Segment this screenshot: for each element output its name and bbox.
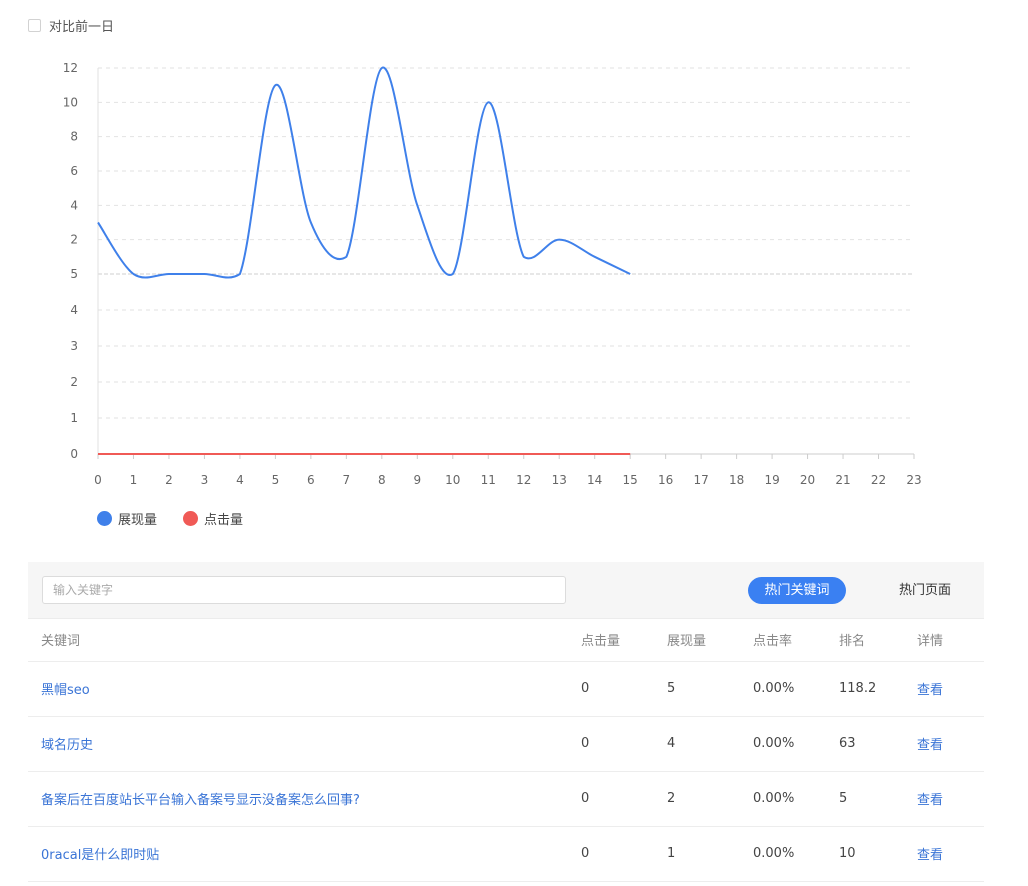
y-tick-label: 4 [70, 303, 78, 317]
ctr-cell: 0.00% [753, 716, 839, 772]
panel-toolbar: 热门关键词 热门页面 [28, 562, 984, 619]
x-tick-label: 11 [481, 473, 496, 487]
keyword-link[interactable]: 0racal是什么即时贴 [41, 848, 159, 863]
ctr-cell: 0.00% [753, 771, 839, 827]
keyword-search-input[interactable] [42, 576, 566, 604]
table-header-row: 关键词 点击量 展现量 点击率 排名 详情 [28, 619, 984, 662]
compare-label: 对比前一日 [49, 20, 115, 35]
y-tick-label: 3 [70, 339, 78, 353]
x-tick-label: 20 [800, 473, 815, 487]
x-tick-label: 17 [693, 473, 708, 487]
y-tick-label: 4 [70, 198, 78, 212]
impressions-cell: 1 [667, 826, 753, 882]
y-tick-label: 10 [63, 95, 78, 109]
clicks-cell: 0 [581, 716, 667, 772]
y-tick-label: 2 [70, 233, 78, 247]
ctr-cell: 0.00% [753, 826, 839, 882]
keyword-panel: 热门关键词 热门页面 关键词 点击量 展现量 点击率 排名 详情 黑帽seo 0… [28, 562, 984, 882]
line-chart: 12108642543210 0 1 2 3 4 5 6 7 8 9 10 11 12 13 14 15 16 1… [63, 61, 922, 487]
table-row: 备案后在百度站长平台输入备案号显示没备案怎么回事? 0 2 0.00% 5 查看 [28, 771, 984, 827]
x-tick-label: 4 [236, 473, 244, 487]
rank-cell: 10 [839, 826, 917, 882]
clicks-cell: 0 [581, 826, 667, 882]
chart-series [97, 66, 631, 455]
legend-dot-icon [97, 511, 112, 526]
compare-prev-day-checkbox[interactable]: 对比前一日 [28, 16, 114, 35]
x-tick-label: 7 [343, 473, 351, 487]
x-tick-label: 16 [658, 473, 673, 487]
keyword-link[interactable]: 域名历史 [41, 738, 93, 753]
x-tick-label: 1 [130, 473, 138, 487]
impressions-cell: 5 [667, 661, 753, 717]
header-ctr[interactable]: 点击率 [753, 619, 839, 662]
x-tick-label: 10 [445, 473, 460, 487]
x-tick-label: 8 [378, 473, 386, 487]
x-tick-label: 21 [835, 473, 850, 487]
legend-item-impressions[interactable]: 展现量 [97, 509, 157, 528]
tab-hot-pages[interactable]: 热门页面 [890, 577, 960, 604]
keyword-link[interactable]: 黑帽seo [41, 683, 90, 698]
x-tick-label: 19 [764, 473, 779, 487]
y-tick-label: 1 [70, 411, 78, 425]
table-row: 0racal是什么即时贴 0 1 0.00% 10 查看 [28, 826, 984, 882]
checkbox-icon[interactable] [28, 19, 41, 32]
x-tick-label: 22 [871, 473, 886, 487]
legend-dot-icon [183, 511, 199, 526]
chart-grid [97, 67, 914, 455]
x-tick-label: 13 [552, 473, 567, 487]
rank-cell: 118.2 [839, 661, 917, 717]
keyword-table: 关键词 点击量 展现量 点击率 排名 详情 黑帽seo 0 5 0.00% 11… [28, 619, 984, 882]
x-tick-label: 23 [906, 473, 921, 487]
y-tick-label: 5 [70, 267, 78, 281]
view-detail-link[interactable]: 查看 [917, 683, 943, 698]
header-keyword[interactable]: 关键词 [28, 619, 581, 662]
y-axis-ticks: 12108642543210 [63, 61, 78, 461]
x-tick-label: 18 [729, 473, 744, 487]
impressions-cell: 2 [667, 771, 753, 827]
x-tick-label: 9 [413, 473, 421, 487]
x-tick-label: 0 [94, 473, 102, 487]
header-clicks[interactable]: 点击量 [581, 619, 667, 662]
rank-cell: 63 [839, 716, 917, 772]
x-tick-label: 6 [307, 473, 315, 487]
x-axis-ticks: 0 1 2 3 4 5 6 7 8 9 10 11 12 13 14 15 16 17 18 19 20 21 22 23 [94, 454, 922, 487]
header-detail: 详情 [917, 619, 984, 662]
view-detail-link[interactable]: 查看 [917, 738, 943, 753]
header-rank[interactable]: 排名 [839, 619, 917, 662]
y-tick-label: 2 [70, 375, 78, 389]
ctr-cell: 0.00% [753, 661, 839, 717]
y-tick-label: 12 [63, 61, 78, 75]
legend-label: 展现量 [118, 513, 158, 528]
tab-hot-keywords[interactable]: 热门关键词 [748, 577, 846, 604]
view-detail-link[interactable]: 查看 [917, 848, 943, 863]
impressions-cell: 4 [667, 716, 753, 772]
table-row: 域名历史 0 4 0.00% 63 查看 [28, 716, 984, 772]
legend-label: 点击量 [204, 513, 244, 528]
table-row: 黑帽seo 0 5 0.00% 118.2 查看 [28, 661, 984, 717]
header-impressions[interactable]: 展现量 [667, 619, 753, 662]
series-line-impressions [97, 66, 631, 279]
y-tick-label: 6 [70, 164, 78, 178]
keyword-link[interactable]: 备案后在百度站长平台输入备案号显示没备案怎么回事? [41, 793, 360, 808]
view-detail-link[interactable]: 查看 [917, 793, 943, 808]
legend-item-clicks[interactable]: 点击量 [183, 509, 243, 528]
clicks-cell: 0 [581, 661, 667, 717]
clicks-cell: 0 [581, 771, 667, 827]
y-tick-label: 8 [70, 130, 78, 144]
x-tick-label: 3 [201, 473, 209, 487]
rank-cell: 5 [839, 771, 917, 827]
chart-legend: 展现量 点击量 [97, 509, 269, 528]
x-tick-label: 14 [587, 473, 602, 487]
x-tick-label: 5 [272, 473, 280, 487]
x-tick-label: 2 [165, 473, 173, 487]
y-tick-label: 0 [70, 447, 78, 461]
x-tick-label: 15 [623, 473, 638, 487]
x-tick-label: 12 [516, 473, 531, 487]
